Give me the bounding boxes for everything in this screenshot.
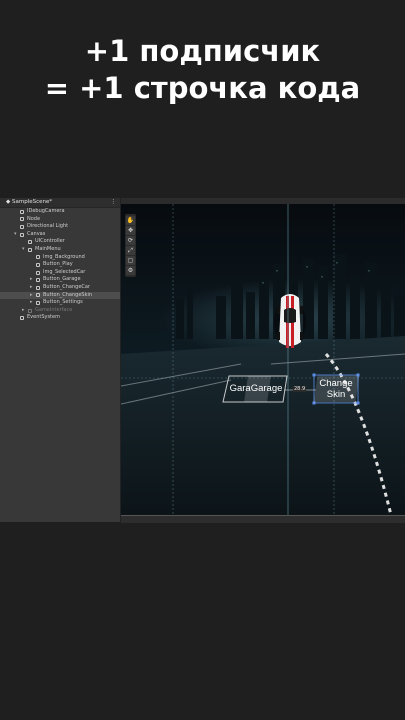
hierarchy-item[interactable]: ▾ MainMenu <box>0 246 120 254</box>
hierarchy-item-selected[interactable]: ▸ Button_ChangeSkin <box>0 291 120 300</box>
garage-button-label[interactable]: GaraGarage <box>225 383 287 394</box>
gameobject-icon <box>28 247 32 252</box>
scene-viewport[interactable]: ✋ ✥ ⟳ ⤢ ▢ ⚙ GaraGarage Change Skin 28.9 <box>121 204 405 515</box>
hierarchy-item[interactable]: IDebugCamera <box>0 208 120 216</box>
expand-arrow-icon[interactable]: ▾ <box>14 231 17 239</box>
hierarchy-item[interactable]: ▸ Button_ChangeCar <box>0 284 120 292</box>
kebab-menu-icon[interactable]: ⋮ <box>111 198 117 207</box>
hierarchy-item[interactable]: UIController <box>0 238 120 246</box>
hierarchy-item[interactable]: Img_SelectedCar <box>0 269 120 277</box>
gameobject-icon <box>20 232 24 237</box>
hand-tool-icon[interactable]: ✋ <box>126 216 135 225</box>
gameobject-icon <box>36 300 40 305</box>
scale-tool-icon[interactable]: ⤢ <box>126 246 135 255</box>
scene-header[interactable]: ◆ SampleScene* ⋮ <box>0 198 120 208</box>
gameobject-icon <box>36 255 40 260</box>
hierarchy-item[interactable]: Img_Background <box>0 254 120 262</box>
gameobject-icon <box>20 224 24 229</box>
collapse-arrow-icon[interactable]: ▸ <box>30 292 33 300</box>
gameobject-icon <box>28 308 32 313</box>
hierarchy-item[interactable]: EventSystem <box>0 314 120 322</box>
unity-editor: ◆ SampleScene* ⋮ IDebugCamera Node Direc… <box>0 198 405 523</box>
change-skin-button-label[interactable]: Change Skin <box>314 378 358 400</box>
change-skin-line-1: Change <box>319 378 353 389</box>
scene-view-panel: ✋ ✥ ⟳ ⤢ ▢ ⚙ GaraGarage Change Skin 28.9 <box>121 198 405 523</box>
rotate-tool-icon[interactable]: ⟳ <box>126 236 135 245</box>
transform-tool-icon[interactable]: ⚙ <box>126 266 135 275</box>
headline-line-2: = +1 строчка кода <box>44 71 361 105</box>
road <box>121 336 405 515</box>
hierarchy-item[interactable]: ▾ Canvas <box>0 231 120 239</box>
gameobject-icon <box>28 240 32 245</box>
unity-scene-icon: ◆ <box>6 199 11 205</box>
hierarchy-item[interactable]: ▸ Button_Settings <box>0 299 120 307</box>
gameobject-icon <box>36 293 40 298</box>
change-skin-line-2: Skin <box>326 389 346 400</box>
hierarchy-item[interactable]: Directional Light <box>0 223 120 231</box>
gameobject-icon <box>20 217 24 222</box>
hierarchy-item-inactive[interactable]: ▸ GameInterface <box>0 307 120 315</box>
distance-measure: 28.9 <box>293 386 307 392</box>
gameobject-icon <box>20 209 24 214</box>
collapse-arrow-icon[interactable]: ▸ <box>30 299 33 307</box>
expand-arrow-icon[interactable]: ▾ <box>22 246 25 254</box>
gameobject-icon <box>36 262 40 267</box>
headline-line-1: +1 подписчик <box>84 34 321 68</box>
rect-tool-icon[interactable]: ▢ <box>126 256 135 265</box>
scene-bottom-bar <box>121 515 405 523</box>
gameobject-icon <box>36 285 40 290</box>
hierarchy-item[interactable]: Button_Play <box>0 261 120 269</box>
gameobject-icon <box>36 278 40 283</box>
collapse-arrow-icon[interactable]: ▸ <box>30 284 33 292</box>
move-tool-icon[interactable]: ✥ <box>126 226 135 235</box>
hierarchy-panel: ◆ SampleScene* ⋮ IDebugCamera Node Direc… <box>0 198 121 522</box>
gameobject-icon <box>36 270 40 275</box>
scene-name: SampleScene* <box>11 199 53 205</box>
hierarchy-item[interactable]: Node <box>0 216 120 224</box>
gameobject-icon <box>20 316 24 321</box>
scene-toolbar: ✋ ✥ ⟳ ⤢ ▢ ⚙ <box>125 214 136 277</box>
collapse-arrow-icon[interactable]: ▸ <box>22 307 25 315</box>
hierarchy-item[interactable]: ▸ Button_Garage <box>0 276 120 284</box>
scene-render <box>121 204 405 515</box>
collapse-arrow-icon[interactable]: ▸ <box>30 276 33 284</box>
